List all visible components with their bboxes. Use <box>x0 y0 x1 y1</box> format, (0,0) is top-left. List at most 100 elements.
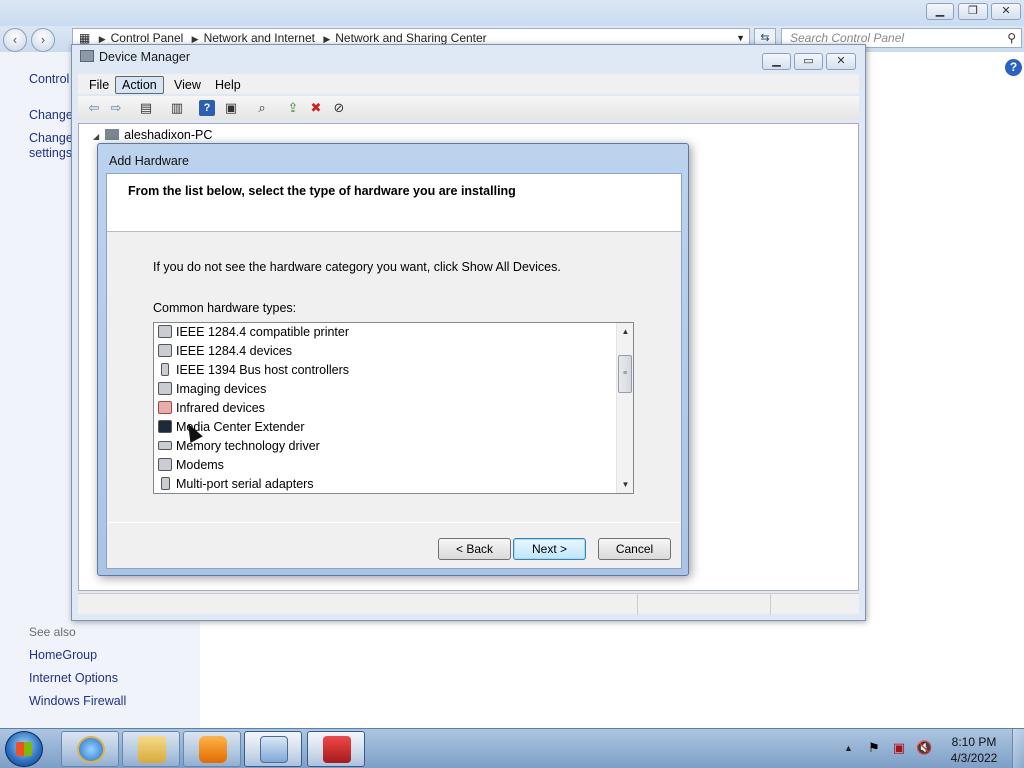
search-icon[interactable]: ⚲ <box>1007 29 1016 47</box>
dialog-heading: From the list below, select the type of … <box>128 184 516 198</box>
back-nav-button[interactable]: ‹ <box>3 28 27 52</box>
search-placeholder: Search Control Panel <box>790 31 905 45</box>
menu-help[interactable]: Help <box>208 76 248 94</box>
menu-action[interactable]: Action <box>115 76 164 94</box>
serial-port-icon <box>161 477 170 490</box>
firewire-plug-icon <box>161 363 169 376</box>
expand-triangle-icon[interactable]: ◢ <box>93 132 99 141</box>
close-button[interactable]: ✕ <box>991 3 1021 20</box>
see-also-homegroup-link[interactable]: HomeGroup <box>29 648 97 662</box>
breadcrumb-item[interactable]: Control Panel <box>111 31 184 45</box>
back-button[interactable]: < Back <box>438 538 511 560</box>
menu-bar: File Action View Help <box>78 74 859 94</box>
dialog-header: From the list below, select the type of … <box>107 174 681 232</box>
start-button[interactable] <box>5 731 43 767</box>
clock-date: 4/3/2022 <box>950 751 998 765</box>
taskbar: ▲ ⚑ ▣ 🔇 8:10 PM 4/3/2022 <box>0 728 1024 768</box>
list-item[interactable]: IEEE 1284.4 compatible printer <box>158 323 349 342</box>
clock[interactable]: 8:10 PM 4/3/2022 <box>944 734 1004 766</box>
chevron-right-icon: ▶ <box>98 34 106 44</box>
back-icon[interactable]: ⇦ <box>86 100 102 116</box>
scroll-thumb[interactable]: ≡ <box>618 355 632 393</box>
printer-icon <box>158 344 172 357</box>
printer-icon <box>158 325 172 338</box>
show-hide-console-tree-icon[interactable]: ▤ <box>138 100 154 116</box>
network-error-icon[interactable]: ▣ <box>891 740 907 756</box>
list-item[interactable]: Infrared devices <box>158 399 265 418</box>
taskbar-media-player[interactable] <box>183 731 241 767</box>
sidebar-link[interactable]: Change <box>29 131 73 145</box>
minimize-button[interactable]: ▁ <box>926 3 954 20</box>
hardware-type-list[interactable]: IEEE 1284.4 compatible printer IEEE 1284… <box>153 322 634 494</box>
toolbar: ⇦ ⇨ ▤ ▥ ? ▣ ⌕ ⇪ ✖ ⊘ <box>78 96 859 120</box>
folder-icon <box>138 736 166 763</box>
properties-icon[interactable]: ▥ <box>169 100 185 116</box>
next-button[interactable]: Next > <box>513 538 586 560</box>
status-divider <box>637 594 638 615</box>
computer-icon <box>105 129 120 140</box>
list-item[interactable]: Memory technology driver <box>158 437 320 456</box>
sidebar-link[interactable]: settings <box>29 146 72 160</box>
add-hardware-dialog: Add Hardware From the list below, select… <box>97 143 689 576</box>
see-also-windows-firewall-link[interactable]: Windows Firewall <box>29 694 126 708</box>
update-driver-icon[interactable]: ⇪ <box>285 100 301 116</box>
cancel-button[interactable]: Cancel <box>598 538 671 560</box>
breadcrumb-item[interactable]: Network and Internet <box>204 31 315 45</box>
info-text: If you do not see the hardware category … <box>153 260 561 274</box>
menu-view[interactable]: View <box>167 76 208 94</box>
chevron-right-icon: ▶ <box>323 34 331 44</box>
taskbar-internet-explorer[interactable] <box>61 731 119 767</box>
menu-file[interactable]: File <box>82 76 116 94</box>
restore-button[interactable]: ❐ <box>958 3 988 20</box>
action-center-flag-icon[interactable]: ⚑ <box>866 740 882 756</box>
list-item[interactable]: Modems <box>158 456 224 475</box>
toolbox-icon <box>323 736 351 763</box>
tree-root-node[interactable]: ◢ aleshadixon-PC <box>93 128 212 142</box>
volume-muted-icon[interactable]: 🔇 <box>916 740 932 756</box>
dm-minimize-button[interactable]: ▁ <box>762 53 791 70</box>
list-item[interactable]: IEEE 1284.4 devices <box>158 342 292 361</box>
device-manager-title: Device Manager <box>80 50 190 64</box>
show-desktop-button[interactable] <box>1012 729 1024 768</box>
memory-icon <box>158 441 172 450</box>
sidebar-link[interactable]: Control <box>29 72 69 86</box>
breadcrumb-root-icon: ▦ <box>79 31 91 45</box>
media-player-icon <box>199 736 227 763</box>
uninstall-icon[interactable]: ✖ <box>308 100 324 116</box>
scroll-up-icon[interactable]: ▲ <box>617 323 634 340</box>
breadcrumb-item[interactable]: Network and Sharing Center <box>335 31 486 45</box>
sidebar-link[interactable]: Change <box>29 108 73 122</box>
forward-nav-button[interactable]: › <box>31 28 55 52</box>
see-also-internet-options-link[interactable]: Internet Options <box>29 671 118 685</box>
taskbar-file-explorer[interactable] <box>122 731 180 767</box>
vertical-scrollbar[interactable]: ▲ ≡ ▼ <box>616 323 633 493</box>
clock-time: 8:10 PM <box>951 735 997 749</box>
scan-hardware-icon[interactable]: ⌕ <box>254 100 270 116</box>
control-panel-icon <box>260 736 288 763</box>
taskbar-add-hardware[interactable] <box>307 731 365 767</box>
help-icon[interactable]: ? <box>1005 59 1022 76</box>
scroll-down-icon[interactable]: ▼ <box>617 476 634 493</box>
list-item[interactable]: Multi-port serial adapters <box>158 475 314 494</box>
list-label: Common hardware types: <box>153 301 297 315</box>
device-manager-icon <box>80 50 94 62</box>
help-icon[interactable]: ? <box>199 100 215 116</box>
list-item[interactable]: IEEE 1394 Bus host controllers <box>158 361 349 380</box>
dm-maximize-button[interactable]: ▭ <box>794 53 823 70</box>
taskbar-control-panel[interactable] <box>244 731 302 767</box>
show-action-pane-icon[interactable]: ▣ <box>223 100 239 116</box>
show-hidden-icons[interactable]: ▲ <box>844 743 853 753</box>
internet-explorer-icon <box>77 736 105 763</box>
chevron-right-icon: ▶ <box>191 34 199 44</box>
media-center-icon <box>158 420 172 433</box>
forward-icon[interactable]: ⇨ <box>108 100 124 116</box>
status-divider <box>770 594 771 615</box>
list-item[interactable]: Imaging devices <box>158 380 266 399</box>
list-item[interactable]: Media Center Extender <box>158 418 305 437</box>
windows-logo-icon <box>16 742 32 756</box>
status-bar <box>78 593 859 615</box>
dm-close-button[interactable]: ✕ <box>826 53 856 70</box>
disable-icon[interactable]: ⊘ <box>331 100 347 116</box>
dialog-body: From the list below, select the type of … <box>106 173 682 569</box>
infrared-icon <box>158 401 172 414</box>
